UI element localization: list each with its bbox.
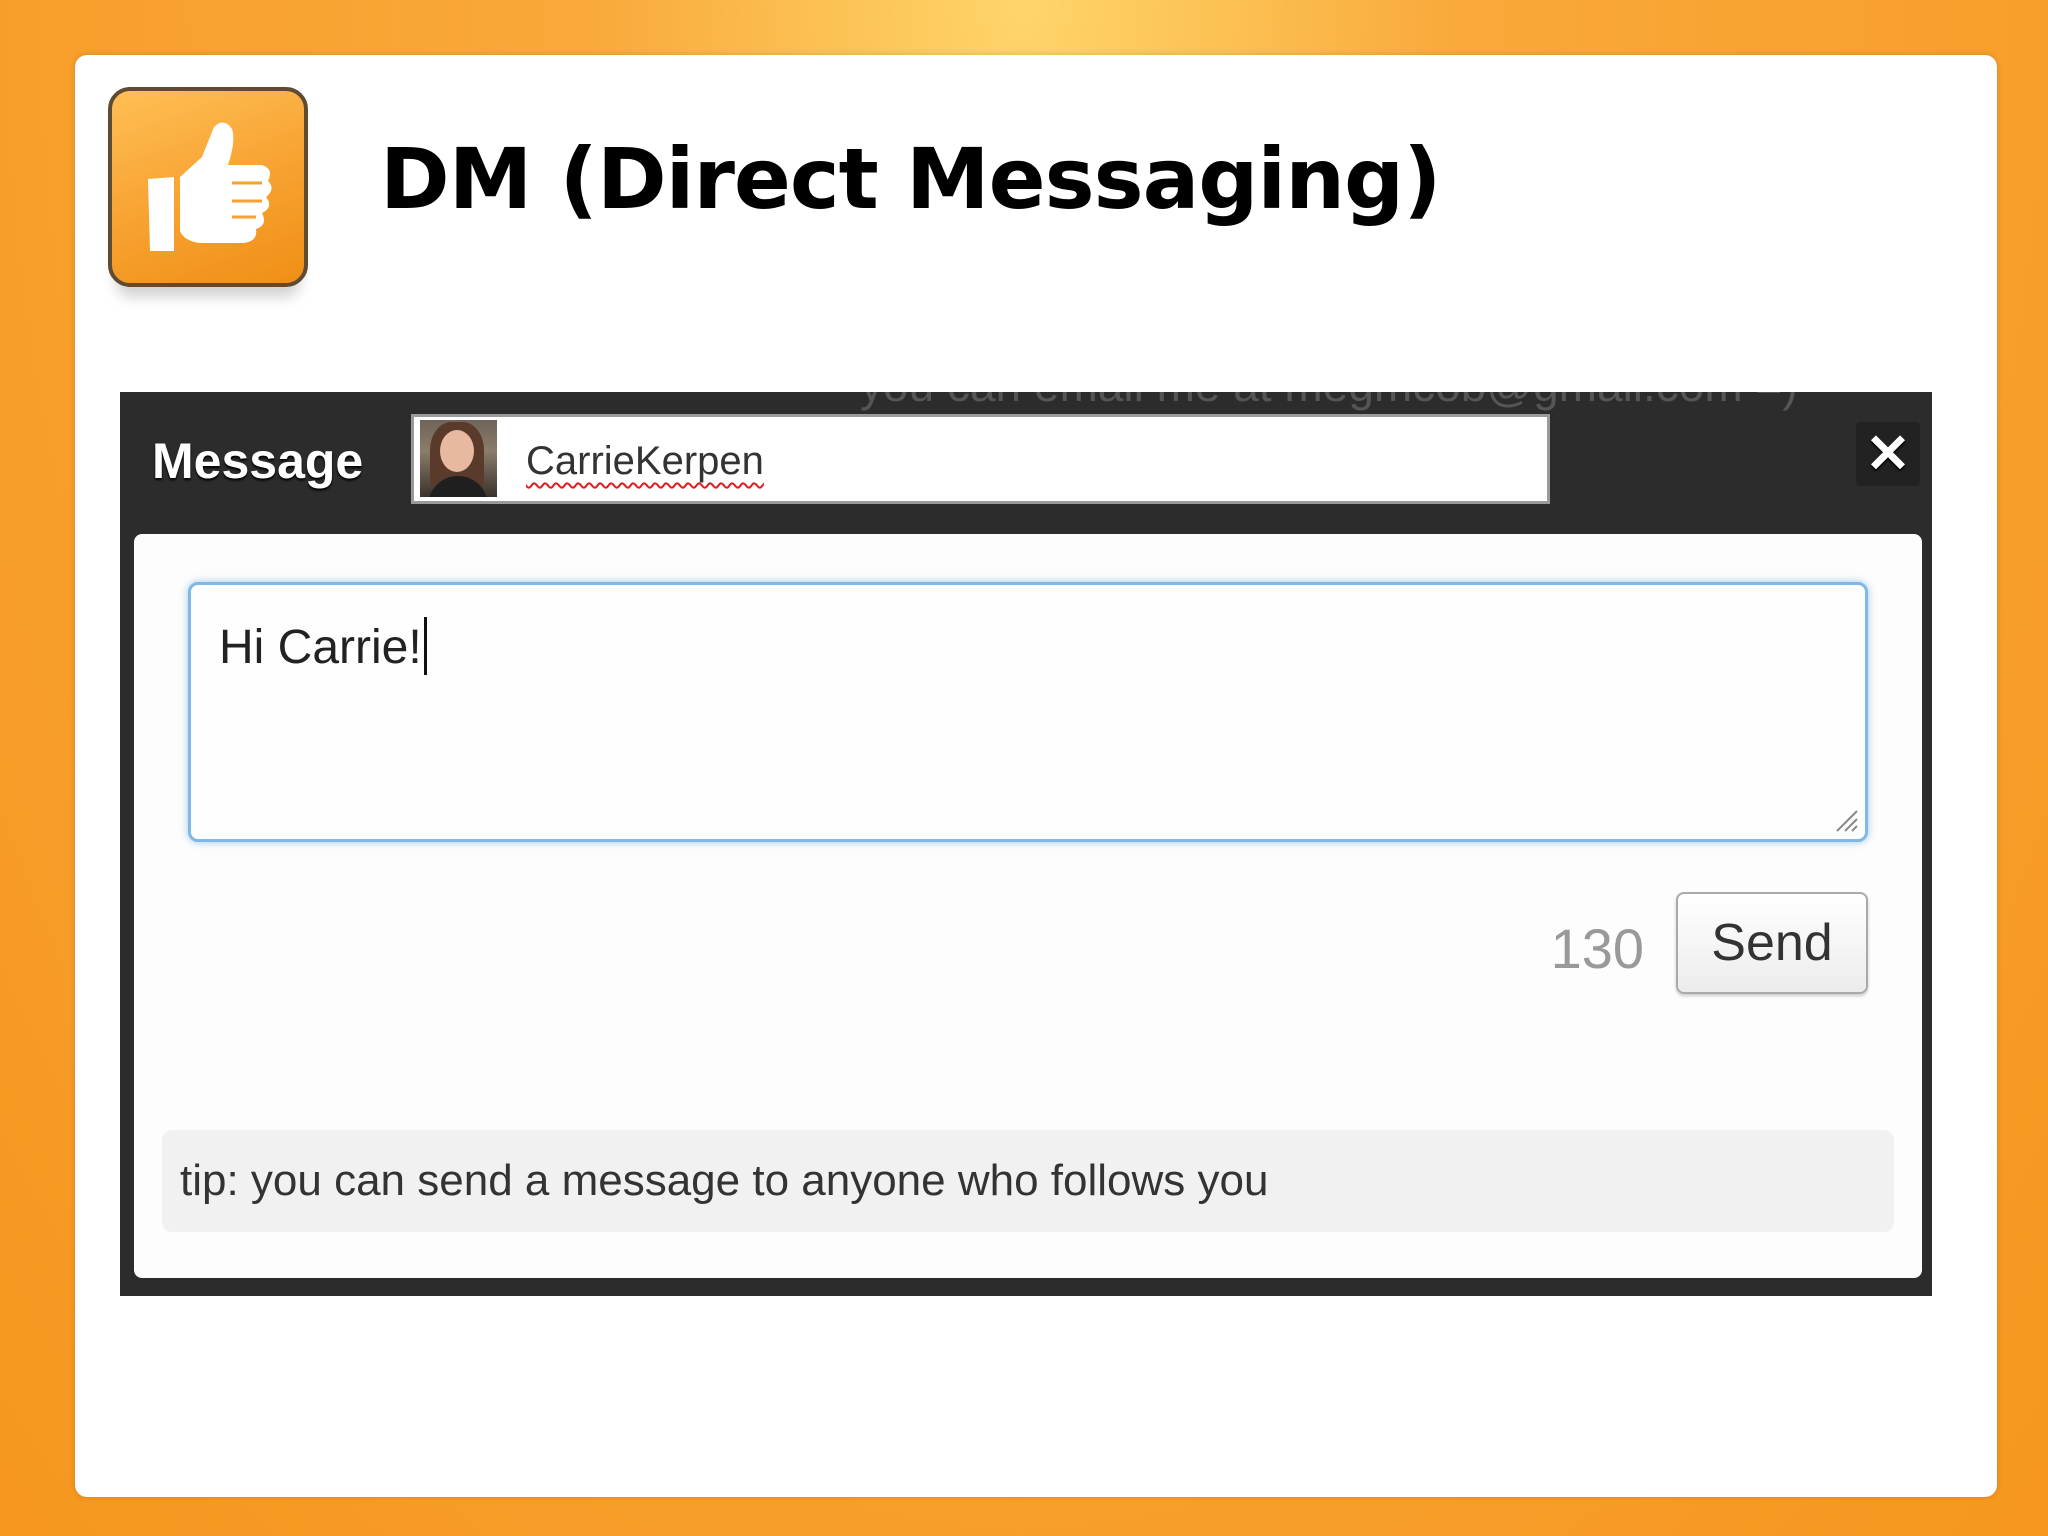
character-count: 130 bbox=[1550, 917, 1644, 980]
dm-dialog-screenshot: you can email me at megmcob@gmail.com =)… bbox=[120, 392, 1932, 1296]
send-button[interactable]: Send bbox=[1676, 892, 1868, 994]
dm-header: Message CarrieKerpen ✕ bbox=[120, 392, 1932, 534]
dm-body: Hi Carrie! 130 Send tip: you can send a … bbox=[134, 534, 1922, 1278]
slide-title: DM (Direct Messaging) bbox=[380, 130, 1442, 228]
tip-text: tip: you can send a message to anyone wh… bbox=[180, 1156, 1269, 1205]
recipient-field[interactable]: CarrieKerpen bbox=[411, 414, 1550, 504]
thumbs-up-icon bbox=[108, 87, 308, 287]
message-text: Hi Carrie! bbox=[219, 621, 422, 674]
dm-header-label: Message bbox=[152, 433, 364, 489]
recipient-name: CarrieKerpen bbox=[526, 439, 764, 483]
resize-grip-icon[interactable] bbox=[1833, 807, 1859, 833]
message-textarea[interactable]: Hi Carrie! bbox=[188, 582, 1868, 842]
tip-bar: tip: you can send a message to anyone wh… bbox=[162, 1130, 1894, 1232]
close-icon[interactable]: ✕ bbox=[1856, 422, 1920, 486]
text-caret bbox=[423, 617, 427, 675]
recipient-avatar bbox=[420, 420, 497, 497]
